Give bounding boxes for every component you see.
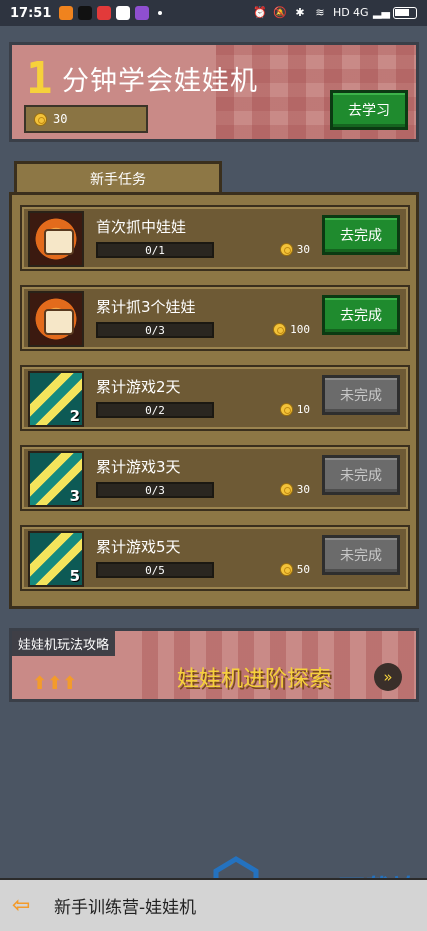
road-icon: 2 (28, 371, 84, 427)
more-dot-icon (158, 11, 163, 15)
app-notification-icon (116, 6, 131, 20)
bluetooth-icon: ✱ (295, 6, 305, 19)
guide-label: 娃娃机玩法攻略 (12, 631, 116, 656)
go-complete-button[interactable]: 去完成 (322, 215, 400, 255)
task-day-number: 2 (69, 407, 80, 425)
fist-icon (28, 291, 84, 347)
back-arrow-icon[interactable]: ⇦ (12, 894, 38, 916)
guide-banner[interactable]: 娃娃机玩法攻略 ⬆⬆⬆ 娃娃机进阶探索 » (9, 628, 419, 702)
task-day-number: 5 (69, 567, 80, 585)
task-reward-value: 30 (296, 483, 310, 496)
task-progress-bar: 0/1 (96, 242, 214, 258)
status-app-icons (59, 6, 163, 20)
go-complete-button[interactable]: 去完成 (322, 295, 400, 335)
task-progress-bar: 0/5 (96, 562, 214, 578)
task-progress-bar: 0/2 (96, 402, 214, 418)
task-name: 累计游戏5天 (96, 538, 181, 556)
road-icon: 5 (28, 531, 84, 587)
status-time: 17:51 (10, 5, 52, 21)
banner-coin-reward: 30 (24, 105, 148, 133)
coin-icon (279, 243, 293, 256)
guide-title: 娃娃机进阶探索 (177, 667, 332, 692)
bottom-nav-bar: ⇦ 新手训练营-娃娃机 (0, 878, 427, 931)
coin-icon (279, 563, 293, 576)
banner-coin-value: 30 (53, 112, 68, 126)
task-reward-value: 50 (296, 563, 310, 576)
task-reward: 50 (279, 563, 310, 576)
task-reward-value: 100 (290, 323, 310, 336)
task-row: 5 累计游戏5天 0/5 50 未完成 (20, 525, 410, 591)
status-system-icons: ⏰ 🔕 ✱ ≋ HD 4G ▂▄ (253, 7, 417, 19)
task-row: 3 累计游戏3天 0/3 30 未完成 (20, 445, 410, 511)
road-icon: 3 (28, 451, 84, 507)
task-reward: 30 (279, 483, 310, 496)
app-notification-icon (59, 6, 74, 20)
coin-icon (34, 112, 47, 126)
page-title: 新手训练营-娃娃机 (54, 898, 197, 918)
task-row: 2 累计游戏2天 0/2 10 未完成 (20, 365, 410, 431)
battery-icon (393, 7, 417, 19)
fist-icon (28, 211, 84, 267)
mute-icon: 🔕 (273, 6, 287, 19)
alarm-icon: ⏰ (253, 6, 267, 19)
task-day-number: 3 (69, 487, 80, 505)
task-row: 累计抓3个娃娃 0/3 100 去完成 (20, 285, 410, 351)
tasks-panel: 首次抓中娃娃 0/1 30 去完成 累计抓3个娃娃 0/3 100 去完成 2 累计游戏2天 0/2… (9, 192, 419, 609)
banner-number: 1 (26, 53, 53, 104)
task-name: 累计游戏2天 (96, 378, 181, 396)
task-reward-value: 30 (296, 243, 310, 256)
app-notification-icon (135, 6, 150, 20)
task-row: 首次抓中娃娃 0/1 30 去完成 (20, 205, 410, 271)
banner-title: 分钟学会娃娃机 (62, 66, 258, 97)
signal-icon: ▂▄ (373, 6, 390, 19)
up-arrows-icon: ⬆⬆⬆ (32, 673, 78, 694)
not-completed-button[interactable]: 未完成 (322, 455, 400, 495)
task-reward: 30 (279, 243, 310, 256)
app-notification-icon (97, 6, 112, 20)
signal-icon: 4G (353, 6, 369, 19)
task-reward: 10 (279, 403, 310, 416)
tab-novice-tasks[interactable]: 新手任务 (14, 161, 222, 194)
wifi-icon: ≋ (315, 6, 325, 19)
not-completed-button[interactable]: 未完成 (322, 535, 400, 575)
task-progress-bar: 0/3 (96, 482, 214, 498)
not-completed-button[interactable]: 未完成 (322, 375, 400, 415)
task-name: 累计抓3个娃娃 (96, 298, 196, 316)
coin-icon (279, 403, 293, 416)
task-name: 累计游戏3天 (96, 458, 181, 476)
task-reward: 100 (273, 323, 310, 336)
coin-icon (273, 323, 287, 336)
task-name: 首次抓中娃娃 (96, 218, 187, 236)
forward-arrow-icon[interactable]: » (374, 663, 402, 691)
task-progress-bar: 0/3 (96, 322, 214, 338)
go-learn-button[interactable]: 去学习 (330, 90, 408, 130)
hd-icon: HD (333, 6, 350, 19)
learn-banner: 1 分钟学会娃娃机 30 去学习 (9, 42, 419, 142)
status-bar: 17:51 ⏰ 🔕 ✱ ≋ HD 4G ▂▄ (0, 0, 427, 26)
task-reward-value: 10 (296, 403, 310, 416)
coin-icon (279, 483, 293, 496)
tiktok-icon (78, 6, 93, 20)
